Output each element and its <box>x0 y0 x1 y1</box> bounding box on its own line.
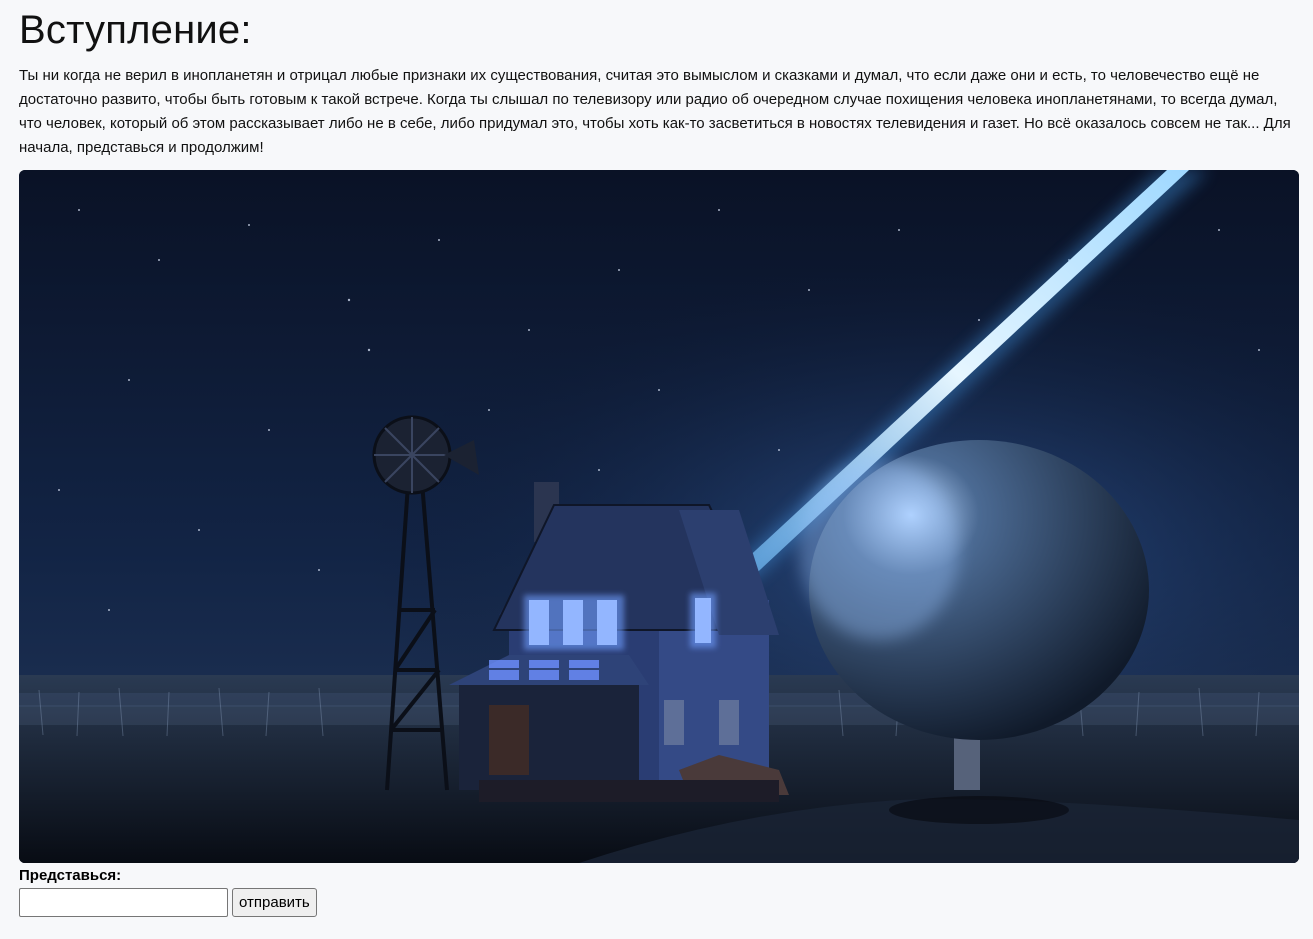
submit-button[interactable]: отправить <box>232 888 317 917</box>
intro-illustration <box>19 170 1299 863</box>
name-label: Представься: <box>19 867 122 884</box>
intro-paragraph: Ты ни когда не верил в инопланетян и отр… <box>19 67 1291 156</box>
page-title: Вступление: <box>19 8 252 52</box>
intro-form: Представься: отправить <box>19 866 317 917</box>
name-input[interactable] <box>19 888 228 917</box>
page-content: Вступление: Ты ни когда не верил в инопл… <box>19 0 1299 917</box>
